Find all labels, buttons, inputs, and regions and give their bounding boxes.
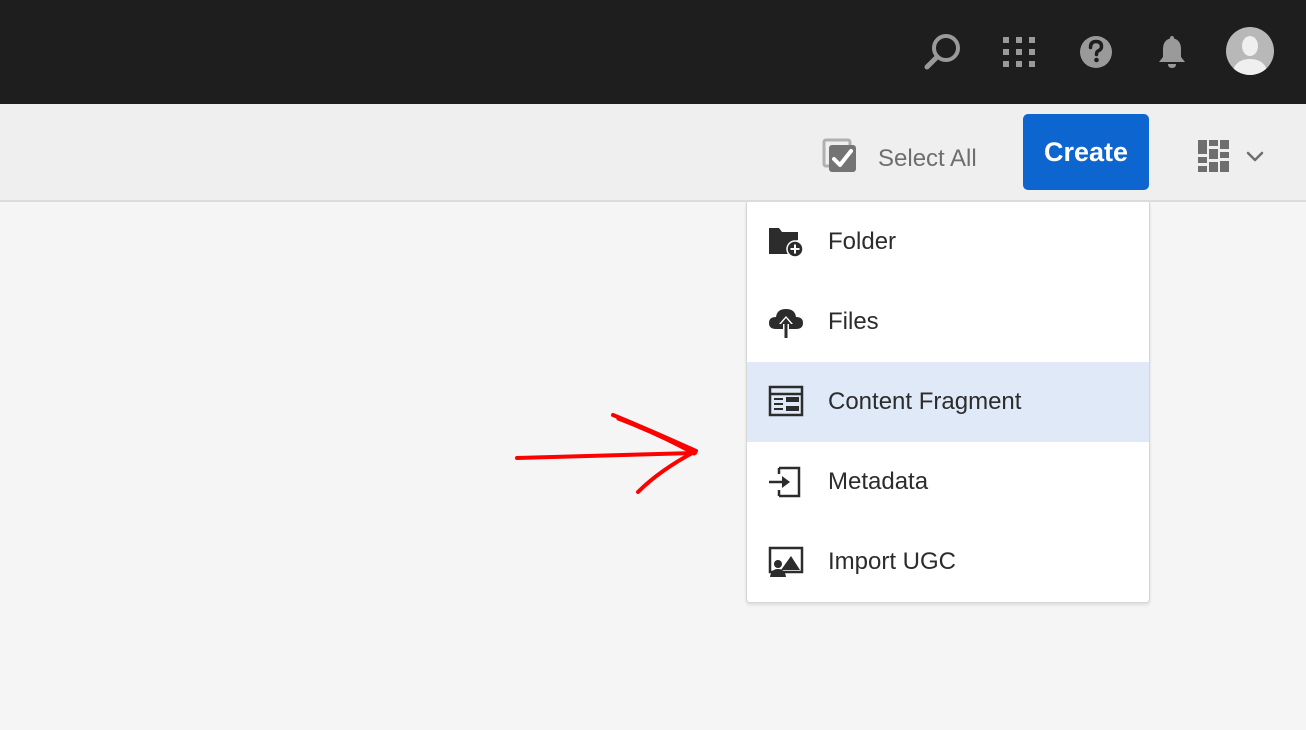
select-all-label: Select All (878, 144, 977, 172)
card-view-icon (1196, 138, 1232, 179)
menu-item-content-fragment[interactable]: Content Fragment (747, 362, 1149, 442)
content-fragment-icon (767, 384, 805, 420)
import-icon (767, 464, 805, 500)
help-icon[interactable] (1074, 30, 1118, 74)
chevron-down-icon (1246, 150, 1264, 168)
cloud-upload-icon (767, 304, 805, 340)
apps-grid-icon[interactable] (997, 30, 1041, 74)
view-switcher[interactable] (1196, 138, 1264, 179)
search-icon[interactable] (920, 30, 964, 74)
menu-item-label: Content Fragment (828, 388, 1022, 415)
bell-icon[interactable] (1150, 30, 1194, 74)
user-avatar[interactable] (1226, 27, 1274, 75)
select-all-checkbox-icon (822, 138, 858, 179)
image-people-icon (767, 544, 805, 580)
global-header (0, 0, 1306, 104)
create-menu: Folder Files Content Fragment Metadata I… (746, 202, 1150, 603)
menu-item-import-ugc[interactable]: Import UGC (747, 522, 1149, 602)
annotation-arrow (510, 405, 710, 505)
folder-add-icon (767, 224, 805, 260)
menu-item-label: Metadata (828, 468, 929, 495)
select-all-button[interactable]: Select All (822, 138, 977, 179)
menu-item-files[interactable]: Files (747, 282, 1149, 362)
menu-item-folder[interactable]: Folder (747, 202, 1149, 282)
menu-item-label: Import UGC (828, 548, 957, 575)
menu-item-label: Files (828, 308, 879, 335)
action-toolbar: Select All Create (0, 104, 1306, 202)
menu-item-label: Folder (828, 228, 897, 255)
create-button[interactable]: Create (1023, 114, 1149, 190)
menu-item-metadata[interactable]: Metadata (747, 442, 1149, 522)
